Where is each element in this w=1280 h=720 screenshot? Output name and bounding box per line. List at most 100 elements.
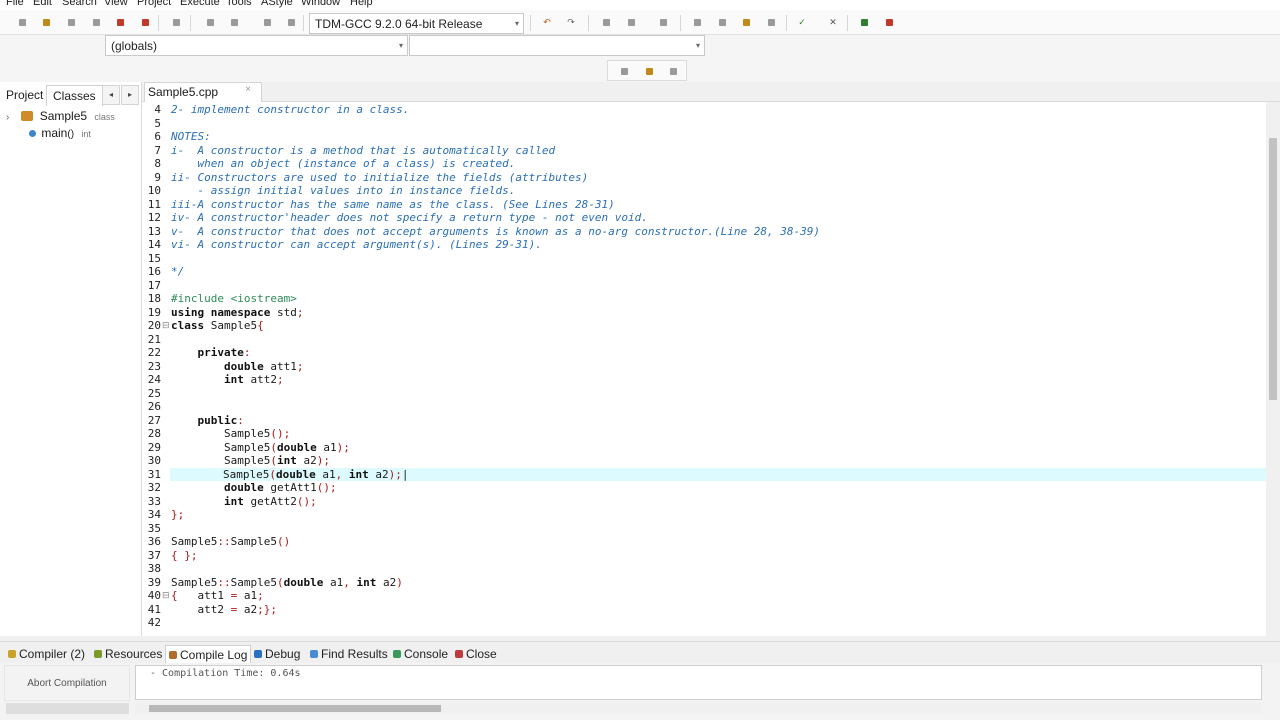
debug-icon[interactable] — [858, 16, 870, 28]
code-line[interactable]: #include <iostream> — [171, 292, 297, 306]
code-token: , — [343, 575, 350, 589]
menu-edit[interactable]: Edit — [33, 0, 52, 8]
code-line[interactable]: iii-A constructor has the same name as t… — [171, 198, 615, 212]
tab-console[interactable]: Console — [393, 645, 448, 663]
abort-compilation-button[interactable]: Abort Compilation — [4, 665, 130, 701]
print-icon[interactable] — [170, 16, 182, 28]
scrollbar-thumb[interactable] — [149, 705, 441, 712]
tab-classes[interactable]: Classes — [46, 85, 103, 106]
compiler-select[interactable]: TDM-GCC 9.2.0 64-bit Release ▾ — [309, 13, 524, 34]
code-token: : — [237, 413, 244, 427]
fold-marker-icon[interactable]: ⊟ — [162, 589, 170, 603]
compile-run-icon[interactable] — [740, 16, 752, 28]
open-file-icon[interactable] — [40, 16, 52, 28]
code-line[interactable]: }; — [171, 508, 184, 522]
fold-marker-icon[interactable]: ⊟ — [162, 319, 170, 333]
code-line[interactable]: double att1; — [171, 360, 304, 374]
tab-project[interactable]: Project — [0, 85, 49, 106]
close-file-icon[interactable] — [114, 16, 126, 28]
menu-help[interactable]: Help — [350, 0, 373, 8]
code-editor[interactable]: 4 5 6 7 8 9 10 11 12 13 14 15 16 17 18 19 20 ⊟ 21 22 23 24 25 2… — [142, 102, 1266, 636]
menu-tools[interactable]: Tools — [226, 0, 252, 8]
code-line[interactable]: class Sample5{ — [171, 319, 264, 333]
undo-file-icon[interactable] — [204, 16, 216, 28]
scrollbar-thumb[interactable] — [1269, 138, 1277, 400]
menu-astyle[interactable]: AStyle — [261, 0, 293, 8]
new-file-icon[interactable] — [16, 16, 28, 28]
code-line[interactable]: NOTES: — [171, 130, 211, 144]
menu-view[interactable]: View — [104, 0, 128, 8]
stop-icon[interactable]: ✕ — [827, 16, 839, 28]
code-line[interactable]: i- A constructor is a method that is aut… — [171, 144, 555, 158]
goto-declaration-icon[interactable] — [618, 65, 630, 77]
code-line[interactable]: double getAtt1(); — [171, 481, 337, 495]
tree-item-function[interactable]: main() int — [29, 125, 91, 141]
code-line[interactable]: private: — [171, 346, 250, 360]
redo-icon[interactable]: ↷ — [565, 16, 577, 28]
menu-execute[interactable]: Execute — [180, 0, 220, 8]
tab-close[interactable]: Close — [455, 645, 497, 663]
code-line[interactable]: Sample5(int a2); — [171, 454, 330, 468]
rebuild-icon[interactable] — [765, 16, 777, 28]
code-line[interactable]: int att2; — [171, 373, 284, 387]
code-line[interactable]: when an object (instance of a class) is … — [171, 157, 515, 171]
undo-icon[interactable]: ↶ — [541, 16, 553, 28]
code-line[interactable]: using namespace std; — [171, 306, 303, 320]
indent-icon[interactable] — [600, 16, 612, 28]
code-line[interactable]: 2- implement constructor in a class. — [171, 103, 409, 117]
code-line[interactable]: v- A constructor that does not accept ar… — [171, 225, 820, 239]
project-add-icon[interactable] — [285, 16, 297, 28]
tab-compile-log[interactable]: Compile Log — [165, 645, 252, 663]
code-line[interactable]: { }; — [171, 549, 198, 563]
scope-select[interactable]: (globals) ▾ — [105, 35, 408, 56]
menu-project[interactable]: Project — [137, 0, 171, 8]
goto-definition-icon[interactable] — [643, 65, 655, 77]
insert-code-icon[interactable] — [667, 65, 679, 77]
tree-item-class[interactable]: › Sample5 class — [0, 108, 115, 124]
check-syntax-icon[interactable]: ✓ — [796, 16, 808, 28]
code-line[interactable]: att2 = a2;}; — [171, 603, 277, 617]
tab-find-results[interactable]: Find Results — [310, 645, 388, 663]
profile-icon[interactable] — [883, 16, 895, 28]
close-tab-icon[interactable]: × — [245, 80, 251, 99]
tab-debug[interactable]: Debug — [254, 645, 300, 663]
code-line[interactable]: public: — [171, 413, 244, 428]
code-line[interactable]: ii- Constructors are used to initialize … — [171, 171, 588, 185]
save-all-icon[interactable] — [90, 16, 102, 28]
code-line[interactable]: Sample5(); — [171, 427, 290, 441]
code-line[interactable]: vi- A constructor can accept argument(s)… — [171, 238, 542, 252]
compile-icon[interactable] — [691, 16, 703, 28]
tab-scroll-left-icon[interactable]: ◂ — [102, 85, 120, 105]
code-line[interactable]: Sample5(double a1); — [171, 441, 350, 455]
code-token: ( — [276, 575, 284, 589]
member-select[interactable]: ▾ — [409, 35, 705, 56]
code-line[interactable]: iv- A constructor'header does not specif… — [171, 211, 648, 225]
redo-file-icon[interactable] — [228, 16, 240, 28]
code-token: getAtt2 — [243, 494, 297, 508]
editor-vertical-scrollbar[interactable] — [1266, 102, 1280, 636]
save-icon[interactable] — [65, 16, 77, 28]
close-all-icon[interactable] — [139, 16, 151, 28]
code-line[interactable]: Sample5::Sample5() — [171, 535, 290, 549]
code-line[interactable]: int getAtt2(); — [171, 495, 317, 509]
log-horizontal-scrollbar[interactable] — [135, 703, 1262, 714]
code-line[interactable]: Sample5::Sample5(double a1, int a2) — [171, 576, 403, 590]
tab-resources[interactable]: Resources — [94, 645, 162, 663]
code-line[interactable]: { att1 = a1; — [171, 589, 264, 603]
unindent-icon[interactable] — [625, 16, 637, 28]
run-icon[interactable] — [716, 16, 728, 28]
tab-scroll-right-icon[interactable]: ▸ — [121, 85, 139, 105]
left-scrollbar[interactable] — [6, 703, 129, 714]
tab-sample5-cpp[interactable]: Sample5.cpp × — [144, 82, 262, 103]
tab-compiler-2[interactable]: Compiler (2) — [8, 645, 85, 663]
code-line[interactable]: */ — [171, 265, 184, 279]
expand-arrow-icon[interactable]: › — [6, 110, 18, 126]
menu-window[interactable]: Window — [301, 0, 340, 8]
menu-file[interactable]: File — [6, 0, 24, 8]
code-line[interactable]: - assign initial values into in instance… — [171, 184, 515, 198]
code-line[interactable]: Sample5(double a1, int a2);| — [170, 467, 1266, 481]
bookmark-icon[interactable] — [657, 16, 669, 28]
project-new-icon[interactable] — [261, 16, 273, 28]
menu-search[interactable]: Search — [62, 0, 97, 8]
code-token: ( — [270, 440, 277, 454]
